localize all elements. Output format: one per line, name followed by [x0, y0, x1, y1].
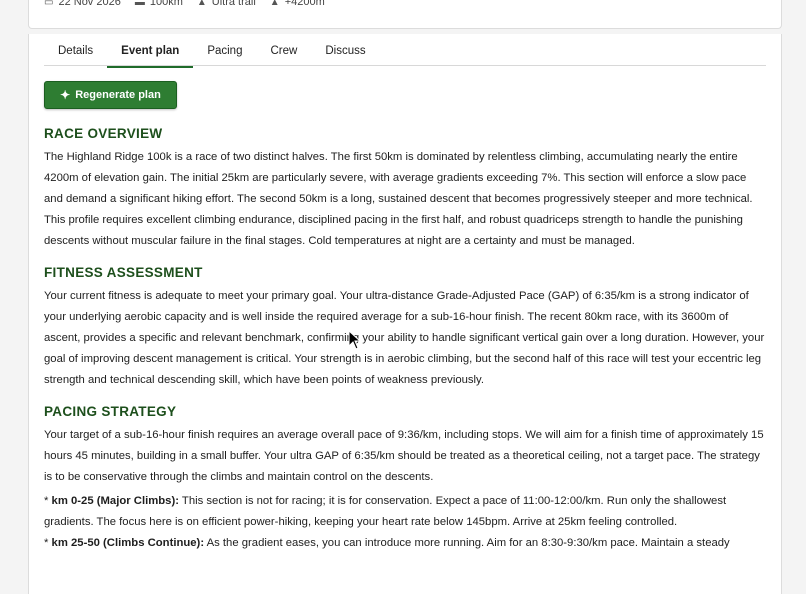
pacing-strategy-heading: PACING STRATEGY [44, 404, 177, 419]
meta-distance: ▬ 100km [135, 0, 183, 8]
meta-type-text: Ultra trail [211, 0, 256, 8]
mountain-icon: ▲ [196, 0, 207, 8]
tab-discuss[interactable]: Discuss [311, 43, 379, 65]
meta-elevation: ▲ +4200m [270, 0, 325, 8]
pacing-strategy-text: Your target of a sub-16-hour finish requ… [44, 429, 764, 483]
sparkle-icon: ✦ [60, 88, 71, 102]
race-overview-text: The Highland Ridge 100k is a race of two… [44, 151, 753, 247]
event-plan-panel: Details Event plan Pacing Crew Discuss ✦… [28, 34, 782, 594]
tab-pacing[interactable]: Pacing [193, 43, 256, 65]
tab-details[interactable]: Details [44, 43, 107, 65]
tab-event-plan[interactable]: Event plan [107, 43, 194, 68]
meta-elevation-text: +4200m [284, 0, 325, 8]
tab-bar: Details Event plan Pacing Crew Discuss [44, 43, 766, 68]
fitness-assessment-text: Your current fitness is adequate to meet… [44, 290, 765, 386]
race-overview-heading: RACE OVERVIEW [44, 126, 163, 141]
meta-date: ▭ 22 Nov 2026 [44, 0, 121, 8]
meta-type: ▲ Ultra trail [197, 0, 256, 8]
pacing-bullet-2: * km 25-50 (Climbs Continue): As the gra… [44, 533, 766, 554]
pacing-bullet-1: * km 0-25 (Major Climbs): This section i… [44, 491, 766, 533]
event-meta-row: ▭ 22 Nov 2026 ▬ 100km ▲ Ultra trail ▲ +4… [44, 0, 325, 8]
elevation-icon: ▲ [269, 0, 280, 8]
pacing-bullet-1-label: km 0-25 (Major Climbs): [51, 495, 179, 507]
mouse-pointer-icon [348, 330, 362, 350]
pacing-bullet-2-label: km 25-50 (Climbs Continue): [51, 537, 205, 549]
bullet-marker: * [44, 495, 52, 507]
meta-date-text: 22 Nov 2026 [58, 0, 121, 8]
bullet-marker: * [44, 537, 52, 549]
calendar-icon: ▭ [44, 0, 54, 8]
fitness-assessment-heading: FITNESS ASSESSMENT [44, 265, 203, 280]
regenerate-plan-label: Regenerate plan [75, 89, 161, 101]
meta-distance-text: 100km [149, 0, 183, 8]
ruler-icon: ▬ [134, 0, 145, 8]
pacing-bullet-2-text: As the gradient eases, you can introduce… [204, 537, 730, 549]
regenerate-plan-button[interactable]: ✦ Regenerate plan [44, 81, 177, 109]
plan-content: RACE OVERVIEW The Highland Ridge 100k is… [44, 125, 766, 554]
tab-crew[interactable]: Crew [256, 43, 311, 65]
